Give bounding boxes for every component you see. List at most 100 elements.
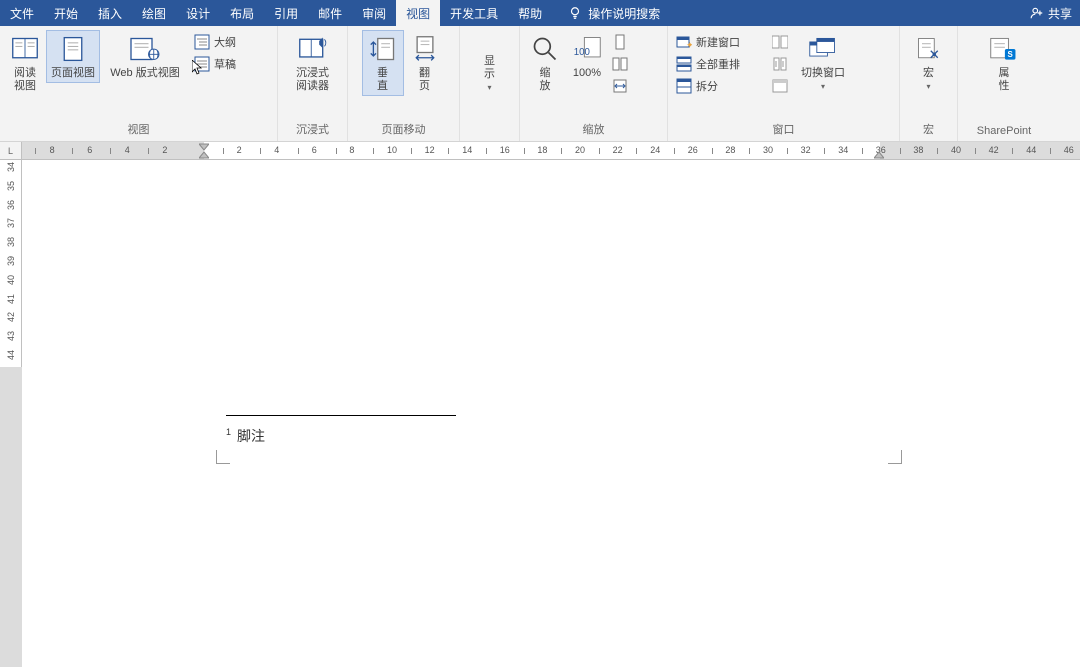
split-button[interactable]: 拆分 <box>672 76 768 96</box>
sharepoint-group-label: SharePoint <box>958 123 1050 141</box>
tab-view[interactable]: 视图 <box>396 0 440 26</box>
macros-label: 宏 <box>923 67 934 80</box>
properties-button[interactable]: S 属 性 <box>983 30 1025 96</box>
tab-mail[interactable]: 邮件 <box>308 0 352 26</box>
properties-icon: S <box>988 33 1020 65</box>
footnote-marker: 1 <box>226 427 231 437</box>
views-group-label: 视图 <box>0 119 277 141</box>
window-icons-stack <box>768 30 796 96</box>
new-window-label: 新建窗口 <box>696 34 740 50</box>
arrange-all-icon <box>676 56 692 72</box>
macros-icon <box>913 33 945 65</box>
page-layout-button[interactable]: 页面视图 <box>46 30 100 83</box>
tab-insert[interactable]: 插入 <box>88 0 132 26</box>
document-canvas[interactable]: 1 脚注 <box>22 160 1080 568</box>
tab-file[interactable]: 文件 <box>0 0 44 26</box>
tab-draw[interactable]: 绘图 <box>132 0 176 26</box>
outline-label: 大纲 <box>214 34 236 50</box>
tell-me-label: 操作说明搜索 <box>588 5 660 22</box>
page-width-icon <box>612 78 628 94</box>
zoom-100-button[interactable]: 100 100% <box>566 30 608 83</box>
margin-corner-left <box>216 450 230 464</box>
new-window-button[interactable]: ✦ 新建窗口 <box>672 32 768 52</box>
svg-text:✦: ✦ <box>686 40 692 50</box>
outline-draft-stack: 大纲 草稿 <box>190 30 240 74</box>
share-icon <box>1030 6 1044 20</box>
tab-layout[interactable]: 布局 <box>220 0 264 26</box>
web-layout-label: Web 版式视图 <box>110 67 179 80</box>
side-to-side-button[interactable]: 翻 页 <box>404 30 446 96</box>
reset-window-button[interactable] <box>768 76 796 96</box>
draft-label: 草稿 <box>214 56 236 72</box>
window-stack: ✦ 新建窗口 全部重排 拆分 <box>672 30 768 96</box>
group-page-movement: 垂 直 翻 页 页面移动 <box>348 26 460 141</box>
menu-tab-bar: 文件 开始 插入 绘图 设计 布局 引用 邮件 审阅 视图 开发工具 帮助 操作… <box>0 0 1080 26</box>
tab-design[interactable]: 设计 <box>176 0 220 26</box>
svg-text:100: 100 <box>574 47 591 58</box>
group-macros: 宏 ▾ 宏 <box>900 26 958 141</box>
ruler-corner: L <box>0 142 22 160</box>
footnote-content: 脚注 <box>237 428 265 444</box>
chevron-down-icon: ▾ <box>926 82 930 91</box>
side-by-side-icon <box>772 34 788 50</box>
view-side-by-side-button[interactable] <box>768 32 796 52</box>
group-window: ✦ 新建窗口 全部重排 拆分 切换窗口 ▾ 窗口 <box>668 26 900 141</box>
immersive-reader-label: 沉浸式 阅读器 <box>296 67 329 93</box>
sync-scroll-button[interactable] <box>768 54 796 74</box>
work-area: 34353637383940414243444546474849 1 脚注 <box>0 160 1080 568</box>
horizontal-ruler-row: L 86422468101214161820222426283032343638… <box>0 142 1080 160</box>
switch-windows-label: 切换窗口 <box>801 67 845 80</box>
zoom-group-label: 缩放 <box>520 119 667 141</box>
chevron-down-icon: ▾ <box>821 82 825 91</box>
footnote-text[interactable]: 1 脚注 <box>226 426 265 446</box>
chevron-down-icon: ▾ <box>487 83 491 92</box>
one-page-button[interactable] <box>608 32 632 52</box>
multi-page-button[interactable] <box>608 54 632 74</box>
page: 1 脚注 <box>80 160 900 568</box>
read-mode-button[interactable]: 阅读 视图 <box>4 30 46 96</box>
group-zoom: 缩 放 100 100% 缩放 <box>520 26 668 141</box>
vertical-label: 垂 直 <box>377 67 388 93</box>
read-mode-icon <box>9 33 41 65</box>
outline-button[interactable]: 大纲 <box>190 32 240 52</box>
vertical-icon <box>367 33 399 65</box>
macros-group-label: 宏 <box>900 119 957 141</box>
web-layout-button[interactable]: Web 版式视图 <box>100 30 190 83</box>
draft-button[interactable]: 草稿 <box>190 54 240 74</box>
show-button[interactable]: 显 示 ▾ <box>469 30 511 95</box>
zoom-100-label: 100% <box>573 67 601 80</box>
zoom-button[interactable]: 缩 放 <box>524 30 566 96</box>
show-label: 显 示 <box>484 55 495 81</box>
page-width-button[interactable] <box>608 76 632 96</box>
page-layout-label: 页面视图 <box>51 67 95 80</box>
zoom-label: 缩 放 <box>540 67 551 93</box>
immersive-group-label: 沉浸式 <box>278 119 347 141</box>
vertical-button[interactable]: 垂 直 <box>362 30 404 96</box>
tell-me-search[interactable]: 操作说明搜索 <box>558 0 670 26</box>
tab-help[interactable]: 帮助 <box>508 0 552 26</box>
read-mode-label: 阅读 视图 <box>14 67 36 93</box>
show-icon <box>474 33 506 53</box>
ribbon: 阅读 视图 页面视图 Web 版式视图 大纲 草稿 <box>0 26 1080 142</box>
lightbulb-icon <box>568 6 582 20</box>
split-icon <box>676 78 692 94</box>
arrange-all-button[interactable]: 全部重排 <box>672 54 768 74</box>
side-to-side-icon <box>409 33 441 65</box>
window-group-label: 窗口 <box>668 119 899 141</box>
tab-review[interactable]: 审阅 <box>352 0 396 26</box>
vertical-ruler[interactable]: 34353637383940414243444546474849 <box>0 160 22 568</box>
tab-references[interactable]: 引用 <box>264 0 308 26</box>
horizontal-ruler[interactable]: 8642246810121416182022242628303234363840… <box>22 142 1080 160</box>
macros-button[interactable]: 宏 ▾ <box>908 30 950 94</box>
margin-corner-right <box>888 450 902 464</box>
outline-icon <box>194 34 210 50</box>
new-window-icon: ✦ <box>676 34 692 50</box>
zoom-icon <box>529 33 561 65</box>
show-group-label <box>460 123 519 141</box>
one-page-icon <box>612 34 628 50</box>
share-button[interactable]: 共享 <box>1022 0 1080 26</box>
tab-home[interactable]: 开始 <box>44 0 88 26</box>
tab-devtools[interactable]: 开发工具 <box>440 0 508 26</box>
switch-windows-button[interactable]: 切换窗口 ▾ <box>796 30 850 94</box>
immersive-reader-button[interactable]: 沉浸式 阅读器 <box>291 30 334 96</box>
